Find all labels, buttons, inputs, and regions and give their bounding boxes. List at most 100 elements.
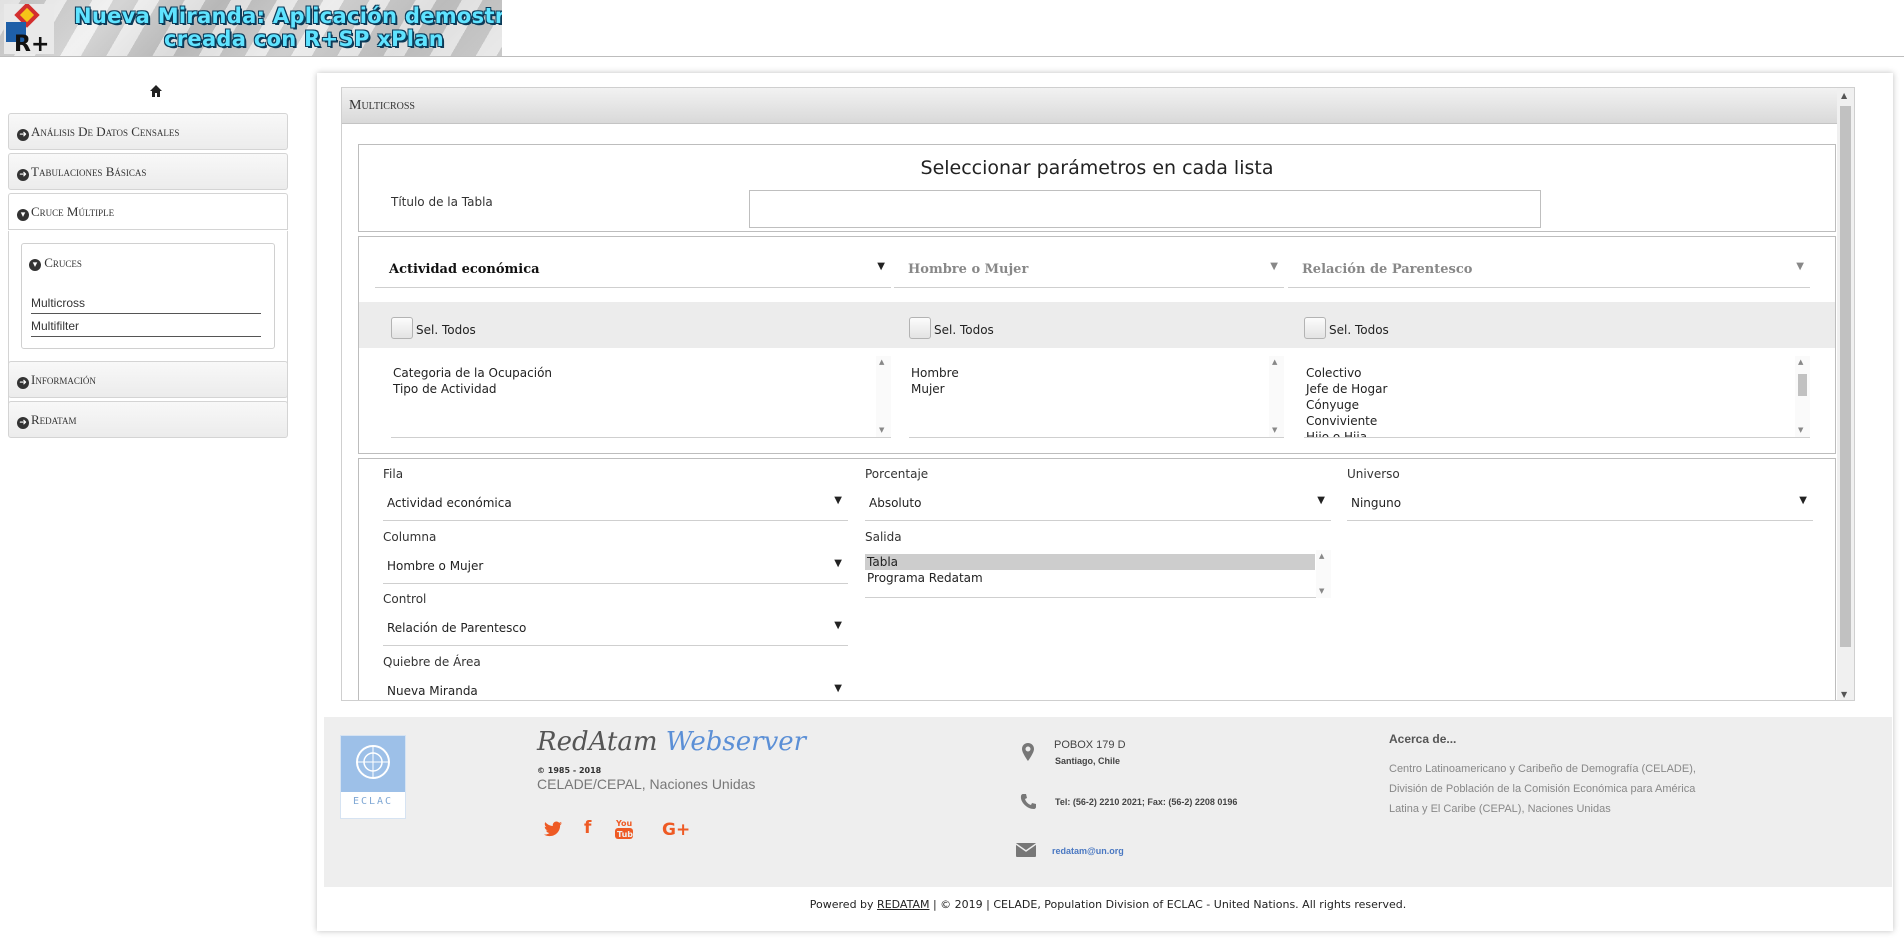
caret-down-icon: ▼ — [1799, 495, 1807, 506]
powered-suffix: | © 2019 | CELADE, Population Division o… — [932, 898, 1407, 911]
banner: R+ Nueva Miranda: Aplicación demostrativ… — [0, 0, 502, 56]
list-item[interactable]: Conviviente — [1304, 413, 1810, 429]
title-box: Seleccionar parámetros en cada lista Tít… — [358, 144, 1836, 232]
variable-list-1[interactable]: Categoria de la Ocupación Tipo de Activi… — [391, 356, 891, 438]
facebook-icon[interactable]: f — [584, 818, 591, 838]
caret-down-icon: ▼ — [877, 261, 885, 272]
brand-webserver: Webserver — [665, 727, 807, 757]
variable-select-1-value: Actividad económica — [389, 262, 540, 277]
variable-select-1[interactable]: Actividad económica ▼ — [375, 250, 891, 288]
list-item[interactable]: Mujer — [909, 381, 1284, 397]
twitter-icon[interactable] — [544, 821, 562, 842]
redatam-logo: R+ — [4, 4, 54, 54]
home-icon[interactable] — [149, 84, 163, 98]
select-all-checkbox-2[interactable] — [909, 317, 931, 339]
footer: ECLAC RedAtam Webserver © 1985 - 2018 CE… — [324, 717, 1892, 887]
envelope-icon — [1016, 843, 1036, 857]
arrow-down-circle-icon: ▾ — [17, 209, 29, 221]
scroll-down-icon[interactable]: ▼ — [1841, 690, 1847, 699]
list-item[interactable]: Tipo de Actividad — [391, 381, 891, 397]
list-item[interactable]: Cónyuge — [1304, 397, 1810, 413]
email-link[interactable]: redatam@un.org — [1052, 846, 1124, 856]
caret-down-icon: ▼ — [834, 558, 842, 569]
control-label: Control — [383, 592, 427, 606]
caret-down-icon: ▼ — [834, 620, 842, 631]
select-all-checkbox-3[interactable] — [1304, 317, 1326, 339]
map-marker-icon — [1022, 743, 1034, 761]
multifilter-link[interactable]: Multifilter — [31, 319, 261, 337]
quiebre-select[interactable]: Nueva Miranda ▼ — [383, 673, 848, 700]
sidebar-item-label: Cruce Múltiple — [31, 204, 115, 219]
select-all-label-2: Sel. Todos — [934, 323, 994, 337]
salida-list[interactable]: Tabla Programa Redatam ▲ ▼ — [865, 550, 1331, 598]
sidebar-item-analisis[interactable]: ➜ Análisis De Datos Censales — [8, 113, 288, 150]
fila-select-value: Actividad económica — [387, 496, 512, 510]
un-emblem-icon — [356, 745, 390, 779]
salida-option-programa[interactable]: Programa Redatam — [865, 570, 1315, 586]
variable-select-2[interactable]: Hombre o Mujer ▼ — [894, 250, 1284, 288]
list-scrollbar[interactable]: ▲ ▼ — [1316, 550, 1331, 598]
cruce-multiple-panel: ▾ Cruces Multicross Multifilter — [8, 231, 288, 428]
arrow-right-circle-icon: ➜ — [17, 129, 29, 141]
redatam-link[interactable]: REDATAM — [877, 898, 929, 911]
universo-select[interactable]: Ninguno ▼ — [1347, 485, 1813, 521]
multicross-panel: Multicross Seleccionar parámetros en cad… — [341, 87, 1855, 701]
multicross-link[interactable]: Multicross — [31, 296, 261, 314]
columna-label: Columna — [383, 530, 437, 544]
youtube-icon[interactable]: You Tube — [614, 818, 639, 845]
list-item[interactable]: Categoria de la Ocupación — [391, 365, 891, 381]
variable-select-3[interactable]: Relación de Parentesco ▼ — [1288, 250, 1810, 288]
list-item[interactable]: Hijo o Hija — [1304, 429, 1810, 437]
sidebar-item-redatam[interactable]: ➜ Redatam — [8, 401, 288, 438]
sidebar-item-label: Información — [31, 372, 96, 387]
caret-down-icon: ▼ — [1270, 261, 1278, 272]
svg-text:Tube: Tube — [617, 830, 634, 839]
porcentaje-select[interactable]: Absoluto ▼ — [865, 485, 1331, 521]
caret-down-icon: ▼ — [1796, 261, 1804, 272]
sidebar-item-cruce-multiple[interactable]: ▾ Cruce Múltiple — [8, 193, 288, 230]
fila-select[interactable]: Actividad económica ▼ — [383, 485, 848, 521]
variable-select-3-value: Relación de Parentesco — [1302, 262, 1473, 277]
panel-scrollbar[interactable]: ▲ ▼ — [1837, 88, 1854, 700]
quiebre-label: Quiebre de Área — [383, 655, 481, 669]
universo-label: Universo — [1347, 467, 1400, 481]
variable-list-2[interactable]: Hombre Mujer ▲ ▼ — [909, 356, 1284, 438]
salida-label: Salida — [865, 530, 902, 544]
sidebar-item-tabulaciones[interactable]: ➜ Tabulaciones Básicas — [8, 153, 288, 190]
variables-box: Actividad económica ▼ Hombre o Mujer ▼ R… — [358, 236, 1836, 454]
app-title-line1: Nueva Miranda: Aplicación demostrativa — [74, 4, 502, 28]
list-scrollbar[interactable]: ▲ ▼ — [876, 356, 891, 437]
universo-select-value: Ninguno — [1351, 496, 1402, 510]
scroll-up-icon[interactable]: ▲ — [1841, 91, 1847, 100]
columna-select[interactable]: Hombre o Mujer ▼ — [383, 548, 848, 584]
app-header: R+ Nueva Miranda: Aplicación demostrativ… — [0, 0, 1904, 57]
list-item[interactable]: Colectivo — [1304, 365, 1810, 381]
address-line2: Santiago, Chile — [1055, 756, 1121, 766]
list-scrollbar[interactable]: ▲ ▼ — [1795, 356, 1810, 437]
un-eclac-logo: ECLAC — [340, 735, 406, 819]
cruces-group: ▾ Cruces Multicross Multifilter — [21, 243, 275, 349]
list-item[interactable]: Jefe de Hogar — [1304, 381, 1810, 397]
table-title-input[interactable] — [749, 190, 1541, 228]
scrollbar-thumb[interactable] — [1840, 106, 1851, 647]
phone-fax: Tel: (56-2) 2210 2021; Fax: (56-2) 2208 … — [1055, 797, 1238, 807]
about-heading: Acerca de... — [1389, 732, 1457, 746]
select-all-checkbox-1[interactable] — [391, 317, 413, 339]
control-select[interactable]: Relación de Parentesco ▼ — [383, 610, 848, 646]
copyright-years: © 1985 - 2018 — [537, 766, 602, 775]
quiebre-select-value: Nueva Miranda — [387, 684, 478, 698]
options-box: Fila Actividad económica ▼ Porcentaje Abs… — [358, 458, 1836, 700]
select-all-bar — [359, 302, 1835, 348]
columna-select-value: Hombre o Mujer — [387, 559, 484, 573]
variable-list-3[interactable]: Colectivo Jefe de Hogar Cónyuge Convivie… — [1304, 356, 1810, 438]
svg-text:R+: R+ — [14, 32, 49, 54]
google-plus-icon[interactable]: G+ — [662, 820, 690, 840]
list-scrollbar[interactable]: ▲ ▼ — [1269, 356, 1284, 437]
salida-option-tabla[interactable]: Tabla — [865, 554, 1315, 570]
sidebar-item-label: Tabulaciones Básicas — [31, 164, 147, 179]
cruces-header[interactable]: ▾ Cruces — [29, 255, 82, 271]
sidebar-item-informacion[interactable]: ➜ Información — [8, 361, 288, 398]
list-item[interactable]: Hombre — [909, 365, 1284, 381]
app-title-line2: creada con R+SP xPlan — [164, 27, 445, 51]
table-title-label: Título de la Tabla — [391, 195, 493, 209]
